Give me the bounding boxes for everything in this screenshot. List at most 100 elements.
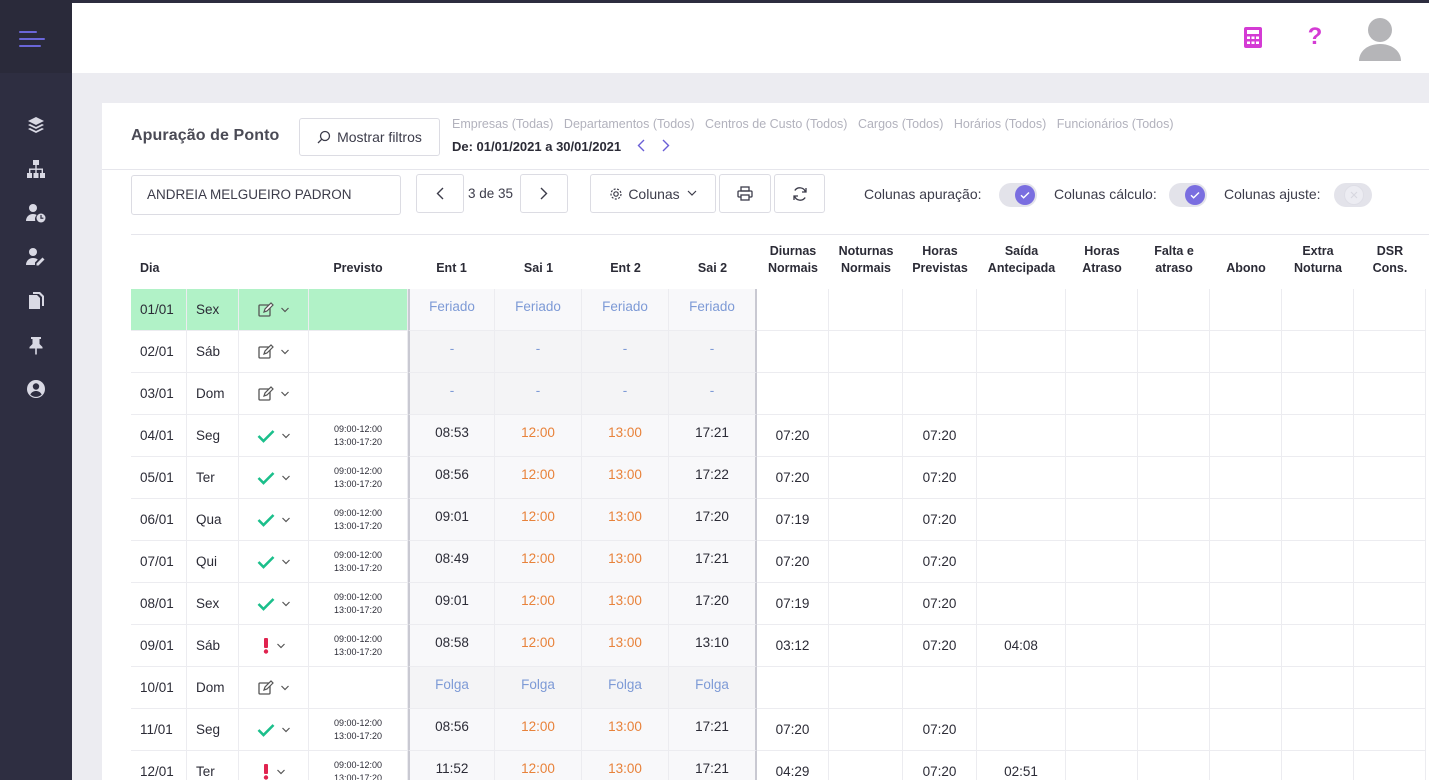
chevron-down-icon[interactable] — [276, 767, 286, 777]
cell-status[interactable] — [239, 583, 309, 625]
cell-abono — [1210, 625, 1282, 667]
cell-diurnas-value: 04:29 — [775, 764, 810, 779]
check-icon — [257, 429, 274, 443]
cell-horas-atraso — [1066, 709, 1138, 751]
edit-icon[interactable] — [257, 679, 274, 696]
chevron-down-icon[interactable] — [280, 347, 290, 357]
check-icon — [257, 723, 274, 737]
refresh-button[interactable] — [774, 174, 825, 213]
cell-previsto: 09:00-12:00 13:00-17:20 — [309, 415, 408, 457]
previsto-line: 09:00-12:00 — [333, 507, 383, 518]
next-employee-button[interactable] — [520, 174, 568, 213]
cell-sai1: - — [495, 331, 582, 373]
cell-ent2: 13:00 — [582, 415, 669, 457]
cell-horas-atraso — [1066, 583, 1138, 625]
cell-falta — [1138, 331, 1210, 373]
cell-ent1: - — [408, 331, 495, 373]
edit-icon[interactable] — [257, 385, 274, 402]
cell-status[interactable] — [239, 331, 309, 373]
nav-pin-icon[interactable] — [0, 327, 72, 363]
cell-status[interactable] — [239, 415, 309, 457]
user-avatar[interactable] — [1358, 15, 1402, 61]
chevron-down-icon[interactable] — [276, 641, 286, 651]
cell-sai1-value: 12:00 — [521, 467, 555, 482]
cell-status[interactable] — [239, 709, 309, 751]
columns-dropdown[interactable]: Colunas — [590, 174, 716, 213]
toggle-label-calculo: Colunas cálculo: — [1054, 186, 1157, 202]
previsto-line: 09:00-12:00 — [333, 549, 383, 560]
cell-horas-previstas-value: 07:20 — [922, 470, 957, 485]
cell-date-value: 01/01 — [140, 302, 174, 317]
calculator-icon[interactable] — [1242, 25, 1264, 49]
chevron-down-icon[interactable] — [280, 683, 290, 693]
edit-icon[interactable] — [257, 343, 274, 360]
cell-status[interactable] — [239, 373, 309, 415]
cell-status[interactable] — [239, 499, 309, 541]
cell-ent2-value: 13:00 — [608, 761, 642, 776]
cell-sai2-value: 17:21 — [695, 425, 729, 440]
cell-abono — [1210, 583, 1282, 625]
chevron-down-icon[interactable] — [280, 389, 290, 399]
cell-date: 08/01 — [131, 583, 187, 625]
top-header: ? — [72, 3, 1429, 73]
employee-field[interactable]: ANDREIA MELGUEIRO PADRON — [131, 175, 401, 215]
cell-status[interactable] — [239, 457, 309, 499]
toggle-colunas-calculo[interactable] — [1169, 183, 1207, 207]
filter-schedules[interactable]: Horários (Todos) — [954, 117, 1046, 131]
filter-companies[interactable]: Empresas (Todas) — [452, 117, 553, 131]
filter-cost-centers[interactable]: Centros de Custo (Todos) — [705, 117, 847, 131]
nav-documents-icon[interactable] — [0, 283, 72, 319]
filter-positions[interactable]: Cargos (Todos) — [858, 117, 943, 131]
nav-org-chart-icon[interactable] — [0, 151, 72, 187]
cell-status[interactable] — [239, 625, 309, 667]
chevron-down-icon[interactable] — [281, 599, 291, 609]
previous-employee-button[interactable] — [416, 174, 464, 213]
cell-previsto — [309, 373, 408, 415]
chevron-down-icon[interactable] — [281, 515, 291, 525]
show-filters-button[interactable]: Mostrar filtros — [299, 118, 440, 156]
cell-ent1-value: Feriado — [429, 299, 475, 314]
chevron-down-icon[interactable] — [281, 431, 291, 441]
header-dia: Dia — [140, 261, 160, 275]
alert-icon — [263, 637, 268, 654]
cell-dsr — [1354, 499, 1426, 541]
previous-period-icon[interactable] — [634, 137, 648, 153]
nav-user-circle-icon[interactable] — [0, 371, 72, 407]
cell-status[interactable] — [239, 667, 309, 709]
toggle-colunas-apuracao[interactable] — [999, 183, 1037, 207]
chevron-down-icon[interactable] — [280, 305, 290, 315]
cell-date: 10/01 — [131, 667, 187, 709]
cell-falta — [1138, 625, 1210, 667]
cell-diurnas-value: 07:20 — [775, 470, 810, 485]
filter-employees[interactable]: Funcionários (Todos) — [1057, 117, 1174, 131]
toggle-colunas-ajuste[interactable] — [1334, 183, 1372, 207]
chevron-left-icon — [436, 187, 444, 200]
help-icon[interactable]: ? — [1304, 23, 1326, 50]
cell-sai1-value: 12:00 — [521, 509, 555, 524]
menu-toggle-icon[interactable] — [19, 29, 47, 49]
table-row: 10/01 Dom Folga Folga Folga Folga — [131, 667, 1429, 709]
chevron-down-icon[interactable] — [281, 473, 291, 483]
cell-extra — [1282, 751, 1354, 780]
edit-icon[interactable] — [257, 301, 274, 318]
nav-user-clock-icon[interactable] — [0, 195, 72, 231]
sidebar — [0, 0, 72, 780]
main-card: Apuração de Ponto Mostrar filtros Empres… — [102, 103, 1429, 780]
cell-status[interactable] — [239, 289, 309, 331]
chevron-down-icon[interactable] — [281, 725, 291, 735]
chevron-down-icon[interactable] — [281, 557, 291, 567]
cell-weekday-value: Qui — [196, 554, 218, 569]
nav-user-edit-icon[interactable] — [0, 239, 72, 275]
print-button[interactable] — [719, 174, 771, 213]
cell-weekday: Dom — [187, 373, 239, 415]
nav-layers-icon[interactable] — [0, 107, 72, 143]
cell-falta — [1138, 457, 1210, 499]
cell-abono — [1210, 667, 1282, 709]
cell-status[interactable] — [239, 751, 309, 780]
cell-status[interactable] — [239, 541, 309, 583]
table-row: 03/01 Dom - - - - — [131, 373, 1429, 415]
cell-diurnas-value: 07:20 — [775, 554, 810, 569]
filter-departments[interactable]: Departamentos (Todos) — [564, 117, 695, 131]
next-period-icon[interactable] — [659, 137, 673, 153]
cell-horas-previstas: 07:20 — [903, 751, 977, 780]
